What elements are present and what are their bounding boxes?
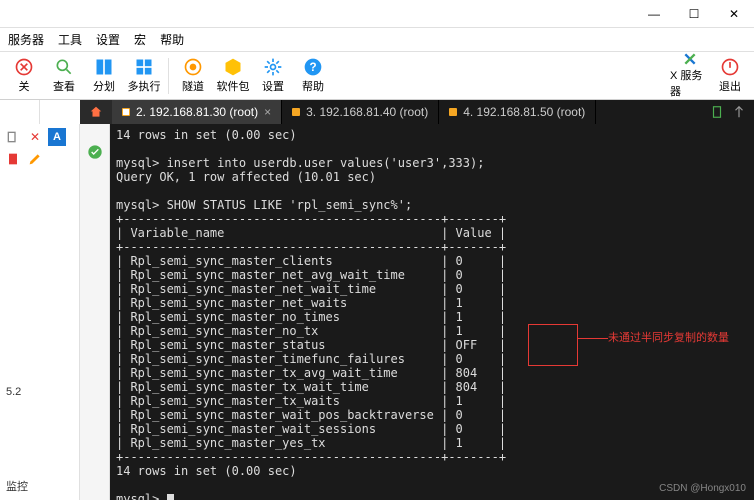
close-icon[interactable]: ×: [264, 105, 271, 119]
bolt-icon: [449, 108, 457, 116]
toolbar: 关 查看 分划 多执行 隧道 软件包 设置 ?帮助 X 服务器 退出: [0, 52, 754, 100]
bolt-icon: [292, 108, 300, 116]
menubar: 服务器 工具 设置 宏 帮助: [0, 28, 754, 52]
tb-view[interactable]: 查看: [44, 52, 84, 99]
watermark: CSDN @Hongx010: [659, 482, 746, 496]
delete-icon[interactable]: ✕: [26, 128, 44, 146]
tb-settings[interactable]: 设置: [253, 52, 293, 99]
tab-0[interactable]: 2. 192.168.81.30 (root)×: [112, 100, 282, 124]
annotation-box: [528, 324, 578, 366]
bookmark-icon[interactable]: [4, 150, 22, 168]
annotation-text: 未通过半同步复制的数量: [608, 331, 729, 345]
menu-macro[interactable]: 宏: [134, 31, 146, 48]
close-button[interactable]: ✕: [714, 0, 754, 27]
tb-multiexec[interactable]: 多执行: [124, 52, 164, 99]
menu-server[interactable]: 服务器: [8, 31, 44, 48]
terminal[interactable]: 14 rows in set (0.00 sec) mysql> insert …: [110, 124, 754, 500]
minimize-button[interactable]: —: [634, 0, 674, 27]
tab-1[interactable]: 3. 192.168.81.40 (root): [282, 100, 439, 124]
paste-icon[interactable]: [710, 105, 724, 119]
font-icon[interactable]: A: [48, 128, 66, 146]
tb-help[interactable]: ?帮助: [293, 52, 333, 99]
annotation-line: [578, 338, 608, 339]
bolt-icon: [122, 108, 130, 116]
titlebar: — ☐ ✕: [0, 0, 754, 28]
version-label: 5.2: [6, 386, 73, 398]
menu-tools[interactable]: 工具: [58, 31, 82, 48]
svg-text:?: ?: [309, 61, 316, 74]
tb-tunnel[interactable]: 隧道: [173, 52, 213, 99]
tb-packages[interactable]: 软件包: [213, 52, 253, 99]
tb-xserver[interactable]: X 服务器: [670, 52, 710, 99]
gutter: [80, 124, 110, 500]
attach-icon[interactable]: [732, 105, 746, 119]
edit-icon[interactable]: [26, 150, 44, 168]
copy-icon[interactable]: [4, 128, 22, 146]
tb-close[interactable]: 关: [4, 52, 44, 99]
tb-exit[interactable]: 退出: [710, 52, 750, 99]
menu-help[interactable]: 帮助: [160, 31, 184, 48]
tab-2[interactable]: 4. 192.168.81.50 (root): [439, 100, 596, 124]
check-icon: [87, 144, 103, 160]
tabbar: 2. 192.168.81.30 (root)× 3. 192.168.81.4…: [80, 100, 754, 124]
menu-settings[interactable]: 设置: [96, 31, 120, 48]
maximize-button[interactable]: ☐: [674, 0, 714, 27]
tb-split[interactable]: 分划: [84, 52, 124, 99]
sidebar: ✕ A 5.2 监控: [0, 124, 80, 500]
home-tab[interactable]: [80, 100, 112, 124]
monitor-label: 监控: [6, 478, 73, 494]
